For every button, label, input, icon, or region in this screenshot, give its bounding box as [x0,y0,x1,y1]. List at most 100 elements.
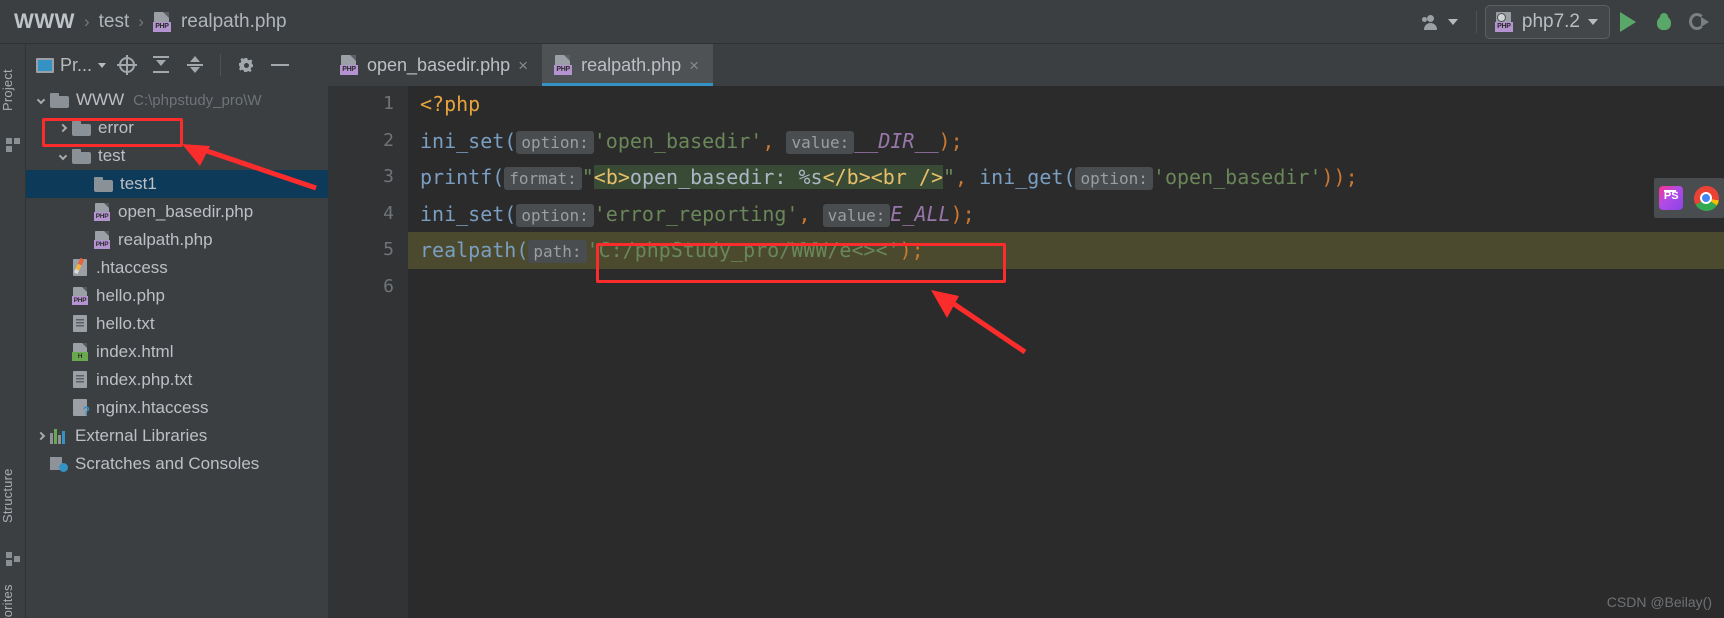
tree-node-realpath-php[interactable]: PHP realpath.php [26,226,328,254]
project-tool-window: Pr... WWW C:\phpstudy_pro\W error test t… [26,44,328,618]
tree-node-error[interactable]: error [26,114,328,142]
chevron-down-icon [1588,18,1598,25]
breadcrumb-file[interactable]: realpath.php [181,11,287,33]
expand-all-button[interactable] [144,48,178,82]
line4-end: ); [950,201,975,226]
phpstorm-icon[interactable]: PS [1659,186,1684,210]
code-php-open-tag: <?php [420,92,481,116]
collapse-all-button[interactable] [178,48,212,82]
debug-icon [1654,12,1674,31]
chevron-down-icon[interactable] [54,147,72,165]
chrome-icon[interactable] [1693,185,1719,211]
tree-node-hello-txt[interactable]: hello.txt [26,310,328,338]
settings-button[interactable] [229,48,263,82]
breadcrumb-root[interactable]: WWW [14,10,75,34]
project-view-label: Pr... [60,54,93,75]
browser-preview-popup[interactable]: PS [1654,178,1724,218]
code-editor[interactable]: 123456 <?php ini_set(option:'open_basedi… [328,86,1724,618]
tree-node-WWW[interactable]: WWW C:\phpstudy_pro\W [26,86,328,114]
unknown-file-icon: ? [72,399,90,417]
tree-node-label: hello.txt [96,314,155,333]
people-dropdown-button[interactable] [1412,10,1468,34]
text-file-icon [72,315,89,333]
close-icon[interactable]: × [518,57,528,74]
debug-button[interactable] [1646,7,1682,37]
external-libraries-icon [50,428,68,444]
run-configuration-label: php7.2 [1521,10,1580,32]
fn-realpath: realpath( [420,238,529,262]
run-configuration-selector[interactable]: PHP php7.2 [1484,4,1610,39]
project-toolbar: Pr... [26,44,328,86]
stop-button[interactable] [1682,7,1718,37]
fn-ini-get: ini_get( [979,165,1076,189]
project-view-selector[interactable]: Pr... [36,55,110,76]
gear-icon [237,56,255,74]
breadcrumb: WWW › test › PHP realpath.php [0,10,287,34]
run-button[interactable] [1610,7,1646,37]
tree-node-index-html[interactable]: Hindex.html [26,338,328,366]
tree-node-label: test1 [120,174,157,193]
php-interpreter-icon: PHP [1494,11,1514,32]
editor-tab-bar[interactable]: PHP open_basedir.php × PHP realpath.php × [328,44,1724,86]
tool-tab-project[interactable]: Project [0,48,26,132]
tree-node-label: index.html [96,342,174,361]
tree-node-Scratches-and-Consoles[interactable]: Scratches and Consoles [26,450,328,478]
tree-node-label: error [98,118,134,137]
tree-node-hello-php[interactable]: PHP hello.php [26,282,328,310]
html-b-open: <b> [593,165,630,189]
line-number-gutter: 1 2 3 4 5 6 [328,86,408,618]
breadcrumb-folder[interactable]: test [99,11,130,33]
chevron-down-icon[interactable] [32,91,50,109]
folder-icon [94,176,113,192]
watermark: CSDN @Beilay() [1606,594,1712,610]
folder-icon [72,148,91,164]
folder-icon [50,92,69,108]
code-line-5: realpath(path: 'C:/phpStudy_pro/WWW/e<><'… [408,232,1724,269]
people-icon [1421,14,1442,30]
tree-node-test1[interactable]: test1 [26,170,328,198]
param-hint-option-3: option: [516,203,594,227]
php-file-icon: PHP [152,11,172,32]
tree-node--htaccess[interactable]: .htaccess [26,254,328,282]
arg-realpath-path: 'C:/phpStudy_pro/WWW/e<><' [586,238,900,262]
tree-node-label: open_basedir.php [118,202,254,221]
tool-tab-favorites[interactable]: vorites [0,564,26,618]
editor-tab-realpath-php[interactable]: PHP realpath.php × [542,44,714,86]
param-hint-value: value: [786,130,855,154]
tool-tab-structure[interactable]: Structure [0,444,26,548]
line-number: 6 [383,275,394,297]
code-content[interactable]: <?php ini_set(option:'open_basedir', val… [408,86,1724,618]
arg-open-basedir: 'open_basedir' [593,128,763,153]
chevron-right-icon[interactable] [54,119,72,137]
editor-area: PHP open_basedir.php × PHP realpath.php × 1 2 3… [328,44,1724,618]
project-tree[interactable]: WWW C:\phpstudy_pro\Werror test test1 PHP ope… [26,86,328,618]
close-icon[interactable]: × [689,57,699,74]
locate-file-button[interactable] [110,48,144,82]
chevron-right-icon[interactable] [32,427,50,445]
arg-dir-const: __DIR__ [854,128,939,153]
editor-tab-open_basedir-php[interactable]: PHP open_basedir.php × [328,44,542,86]
line3-end: )); [1321,165,1358,189]
tree-node-nginx-htaccess[interactable]: ? nginx.htaccess [26,394,328,422]
code-line-1: <?php [408,86,1724,123]
hide-panel-button[interactable] [263,48,297,82]
php-file-icon: PHP [340,55,359,75]
tree-node-test[interactable]: test [26,142,328,170]
tree-node-open_basedir-php[interactable]: PHP open_basedir.php [26,198,328,226]
line-number: 1 [383,93,394,114]
tree-node-label: index.php.txt [96,370,193,389]
tree-node-index-php-txt[interactable]: index.php.txt [26,366,328,394]
html-b-close-br: </b><br /> [822,165,943,189]
tree-node-External-Libraries[interactable]: External Libraries [26,422,328,450]
chevron-down-icon [1447,18,1458,25]
chevron-down-icon [98,62,107,68]
stop-icon [1689,12,1711,32]
expand-all-icon [151,55,171,75]
code-line-3: printf(format: "<b>open_basedir: %s</b><b… [408,159,1724,196]
code-line-2: ini_set(option:'open_basedir', value: __D… [408,123,1724,160]
